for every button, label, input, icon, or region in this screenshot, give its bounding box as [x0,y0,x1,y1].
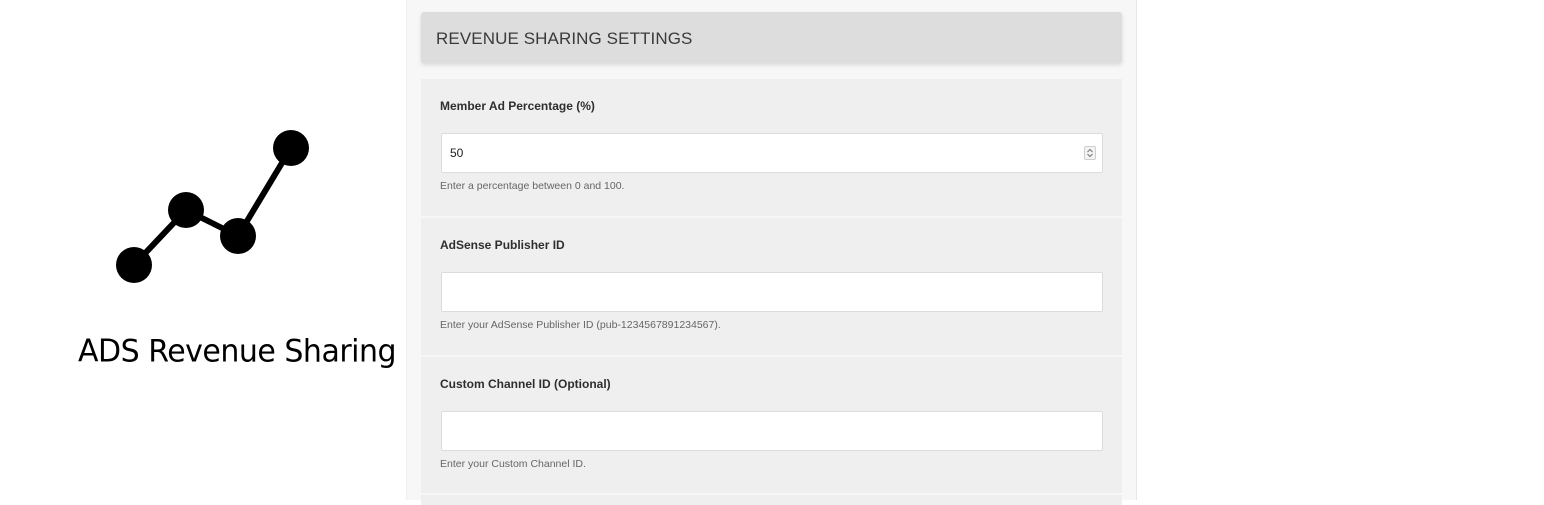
field-label: AdSense Publisher ID [440,238,565,252]
number-input-wrapper [441,133,1103,173]
field-help: Enter your AdSense Publisher ID (pub-123… [440,319,721,331]
section-title: REVENUE SHARING SETTINGS [436,29,693,48]
adsense-publisher-id-input[interactable] [441,272,1103,312]
custom-channel-id-input[interactable] [441,411,1103,451]
logo-area: ADS Revenue Sharing [0,0,406,500]
field-label: Custom Channel ID (Optional) [440,377,611,391]
spinner-arrows-icon [1087,148,1093,158]
member-ad-percentage-input[interactable] [441,133,1103,173]
field-label: Member Ad Percentage (%) [440,99,595,113]
next-field-block [421,495,1122,505]
number-spinner[interactable] [1084,146,1096,160]
field-adsense-publisher-id: AdSense Publisher ID Enter your AdSense … [421,218,1122,355]
field-help: Enter a percentage between 0 and 100. [440,180,625,192]
section-header: REVENUE SHARING SETTINGS [421,12,1122,63]
settings-panel: REVENUE SHARING SETTINGS Member Ad Perce… [406,0,1137,505]
field-custom-channel-id: Custom Channel ID (Optional) Enter your … [421,357,1122,493]
field-help: Enter your Custom Channel ID. [440,458,586,470]
logo-title: ADS Revenue Sharing [78,333,397,370]
line-graph-icon [116,130,309,283]
field-member-ad-percentage: Member Ad Percentage (%) Enter a percent… [421,79,1122,216]
